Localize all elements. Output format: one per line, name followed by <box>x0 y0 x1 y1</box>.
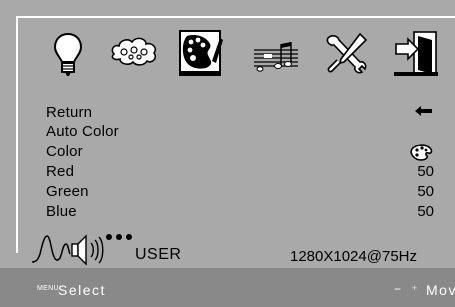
menu-item-return[interactable]: Return <box>46 103 92 123</box>
menu-key-label: MENU <box>37 285 59 292</box>
blue-value: 50 <box>417 203 434 220</box>
color-palette-icon <box>179 30 223 76</box>
palette-small-icon <box>410 144 433 161</box>
tab-brightness[interactable] <box>104 28 166 84</box>
tab-audio[interactable] <box>248 28 310 84</box>
menu-item-red[interactable]: Red <box>46 162 74 182</box>
plus-key-label: + <box>412 283 418 293</box>
brightness-cloud-icon <box>111 37 157 66</box>
resolution-readout: 1280X1024@75Hz <box>290 248 417 265</box>
menu-item-blue[interactable]: Blue <box>46 202 77 222</box>
exit-icon <box>394 31 438 76</box>
tab-exit[interactable] <box>392 28 454 84</box>
select-hint: Select <box>58 282 106 298</box>
osd-tab-bar <box>36 28 455 88</box>
red-value: 50 <box>417 163 434 180</box>
green-value: 50 <box>417 183 434 200</box>
menu-item-color[interactable]: Color <box>46 142 83 162</box>
menu-item-auto-color[interactable]: Auto Color <box>46 122 119 142</box>
tab-setup[interactable] <box>320 28 382 84</box>
move-hint: Mov <box>426 282 455 298</box>
minus-key-label: − <box>394 282 402 296</box>
lightbulb-icon <box>53 32 83 76</box>
audio-wave-speaker-icon <box>31 234 132 266</box>
return-arrow-icon <box>415 106 432 116</box>
tab-picture[interactable] <box>48 28 110 84</box>
tools-icon <box>326 32 368 74</box>
audio-notes-icon <box>254 42 298 72</box>
tab-color[interactable] <box>176 28 238 84</box>
menu-item-green[interactable]: Green <box>46 182 89 202</box>
color-mode-label: USER <box>135 246 182 263</box>
